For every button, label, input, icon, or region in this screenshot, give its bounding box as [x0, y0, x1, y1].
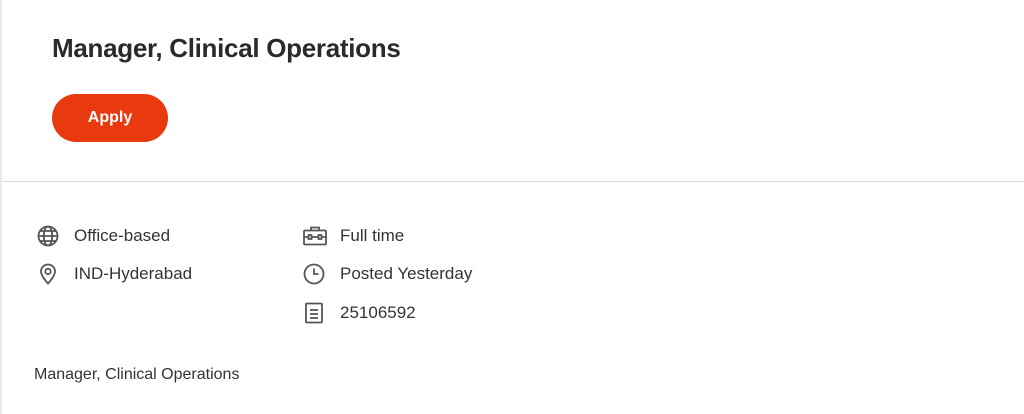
employment-type-label: Full time [340, 226, 405, 245]
employment-type: Full time [302, 224, 404, 248]
globe-icon [36, 224, 62, 248]
job-header: Manager, Clinical Operations Apply [2, 0, 1024, 182]
posted-date-label: Posted Yesterday [340, 264, 473, 283]
job-description: Manager, Clinical Operations [34, 366, 240, 383]
posted-date: Posted Yesterday [302, 262, 472, 286]
location-pin-icon [36, 262, 62, 286]
document-icon [302, 301, 328, 325]
job-posting-page: Manager, Clinical Operations Apply Offic… [0, 0, 1024, 414]
work-location-type-label: Office-based [74, 226, 171, 245]
job-location-label: IND-Hyderabad [74, 264, 193, 283]
clock-icon [302, 262, 328, 286]
job-requisition-id: 25106592 [302, 301, 416, 325]
job-location: IND-Hyderabad [36, 262, 192, 286]
job-requisition-id-label: 25106592 [340, 303, 416, 322]
job-title: Manager, Clinical Operations [52, 33, 401, 63]
apply-button[interactable]: Apply [52, 94, 168, 142]
briefcase-icon [302, 224, 328, 248]
work-location-type: Office-based [36, 224, 170, 248]
